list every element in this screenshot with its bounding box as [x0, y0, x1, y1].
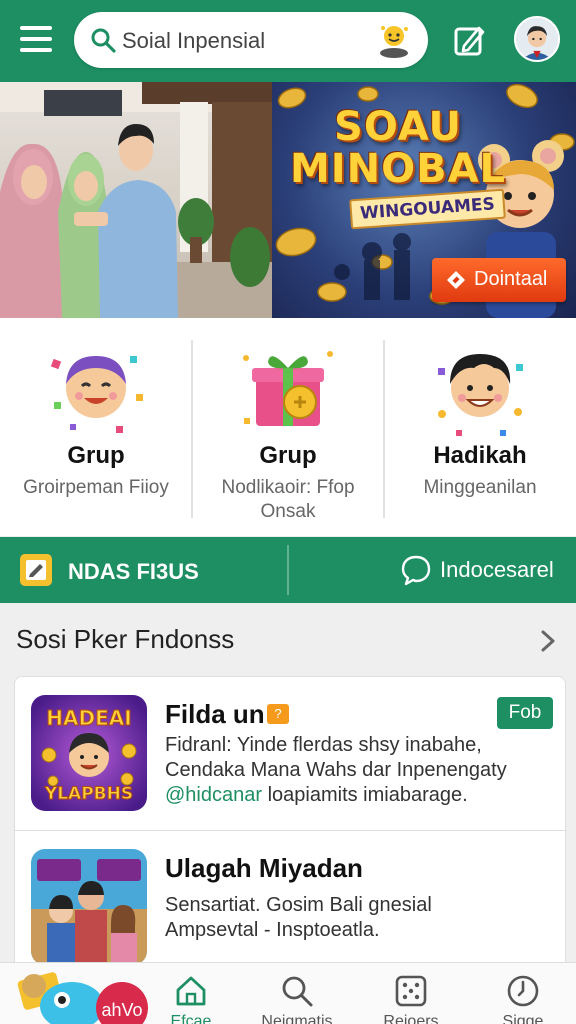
nav-games[interactable]: Rejoers: [356, 963, 466, 1024]
game-thumbnail: [31, 849, 147, 965]
compose-icon[interactable]: [452, 22, 488, 58]
game-thumbnail: HADEAI YLAPBHS: [31, 695, 147, 811]
user-avatar-icon: [516, 18, 558, 60]
donate-label: Dointaal: [474, 268, 548, 290]
top-app-bar: Soial Inpensial: [0, 0, 576, 82]
chat-bubble-icon: [401, 555, 431, 586]
category-subtitle: Minggeanilan: [423, 477, 537, 498]
badge: ?: [267, 704, 289, 724]
note-icon: [20, 554, 52, 586]
indocesarel-label: Indocesarel: [440, 557, 554, 582]
card-title: Filda un: [165, 699, 265, 729]
category-row: Grup Groirpeman Fiioy Grup Nodlikaoir: F…: [0, 318, 576, 536]
menu-icon[interactable]: [20, 26, 52, 54]
banner-photo: [0, 82, 272, 318]
category-grup-2[interactable]: Grup Nodlikaoir: Ffop Onsak: [192, 318, 384, 536]
card-description: Sensartiat. Gosim Bali gnesial Ampsevtal…: [165, 894, 432, 941]
indocesarel-button[interactable]: Indocesarel: [400, 551, 570, 589]
donate-button[interactable]: Dointaal: [432, 258, 566, 302]
nav-label: Efcae: [170, 1013, 212, 1024]
dice-icon: [395, 975, 427, 1007]
category-subtitle: Groirpeman Fiioy: [23, 477, 169, 498]
category-title: Grup: [67, 442, 125, 469]
category-hadikah[interactable]: Hadikah Minggeanilan: [384, 318, 576, 536]
divider: [287, 545, 289, 595]
nav-clock[interactable]: Sigge: [468, 963, 576, 1024]
avatar[interactable]: [514, 16, 560, 62]
home-icon: [176, 976, 206, 1006]
svg-text:ahVo: ahVo: [101, 1000, 142, 1020]
section-title: Sosi Pker Fndonss: [16, 624, 235, 654]
search-icon: [282, 976, 313, 1007]
action-bar: NDAS FI3US Indocesarel: [0, 537, 576, 603]
tag-icon: [447, 271, 465, 289]
smiling-boy-icon: [438, 354, 523, 436]
gift-icon: [243, 351, 333, 426]
search-bar[interactable]: Soial Inpensial: [74, 12, 428, 68]
ndas-fi3us-label: NDAS FI3US: [68, 559, 199, 584]
card-link[interactable]: @hidcanar: [165, 784, 262, 806]
happy-face-icon: [50, 356, 143, 433]
category-title: Hadikah: [433, 442, 527, 469]
chevron-right-icon[interactable]: [538, 628, 558, 654]
card-title: Ulagah Miyadan: [165, 853, 363, 883]
nav-search[interactable]: Neigmatis: [242, 963, 352, 1024]
category-grup-1[interactable]: Grup Groirpeman Fiioy: [0, 318, 192, 536]
nav-label: Neigmatis: [261, 1013, 333, 1024]
nav-label: Sigge: [502, 1013, 544, 1024]
assistant-icon[interactable]: [374, 20, 414, 60]
category-title: Grup: [259, 442, 317, 469]
card-description: Fidranl: Yinde flerdas shsy inabahe, Cen…: [165, 734, 507, 806]
svg-text:YLAPBHS: YLAPBHS: [44, 784, 133, 804]
nav-home[interactable]: Efcae: [136, 963, 246, 1024]
promo-title: SOAU MINOBAL: [289, 104, 507, 192]
clock-icon: [507, 975, 539, 1007]
svg-text:HADEAI: HADEAI: [46, 706, 131, 730]
fob-button[interactable]: Fob: [497, 697, 553, 729]
list-item[interactable]: HADEAI YLAPBHS Filda un ? Fidranl: Yinde…: [14, 676, 566, 831]
category-subtitle: Nodlikaoir: Ffop Onsak: [221, 477, 355, 522]
mascot-fab[interactable]: ahVo: [10, 956, 150, 1024]
search-icon: [91, 28, 116, 53]
nav-label: Rejoers: [383, 1013, 439, 1024]
search-input[interactable]: Soial Inpensial: [122, 28, 265, 54]
